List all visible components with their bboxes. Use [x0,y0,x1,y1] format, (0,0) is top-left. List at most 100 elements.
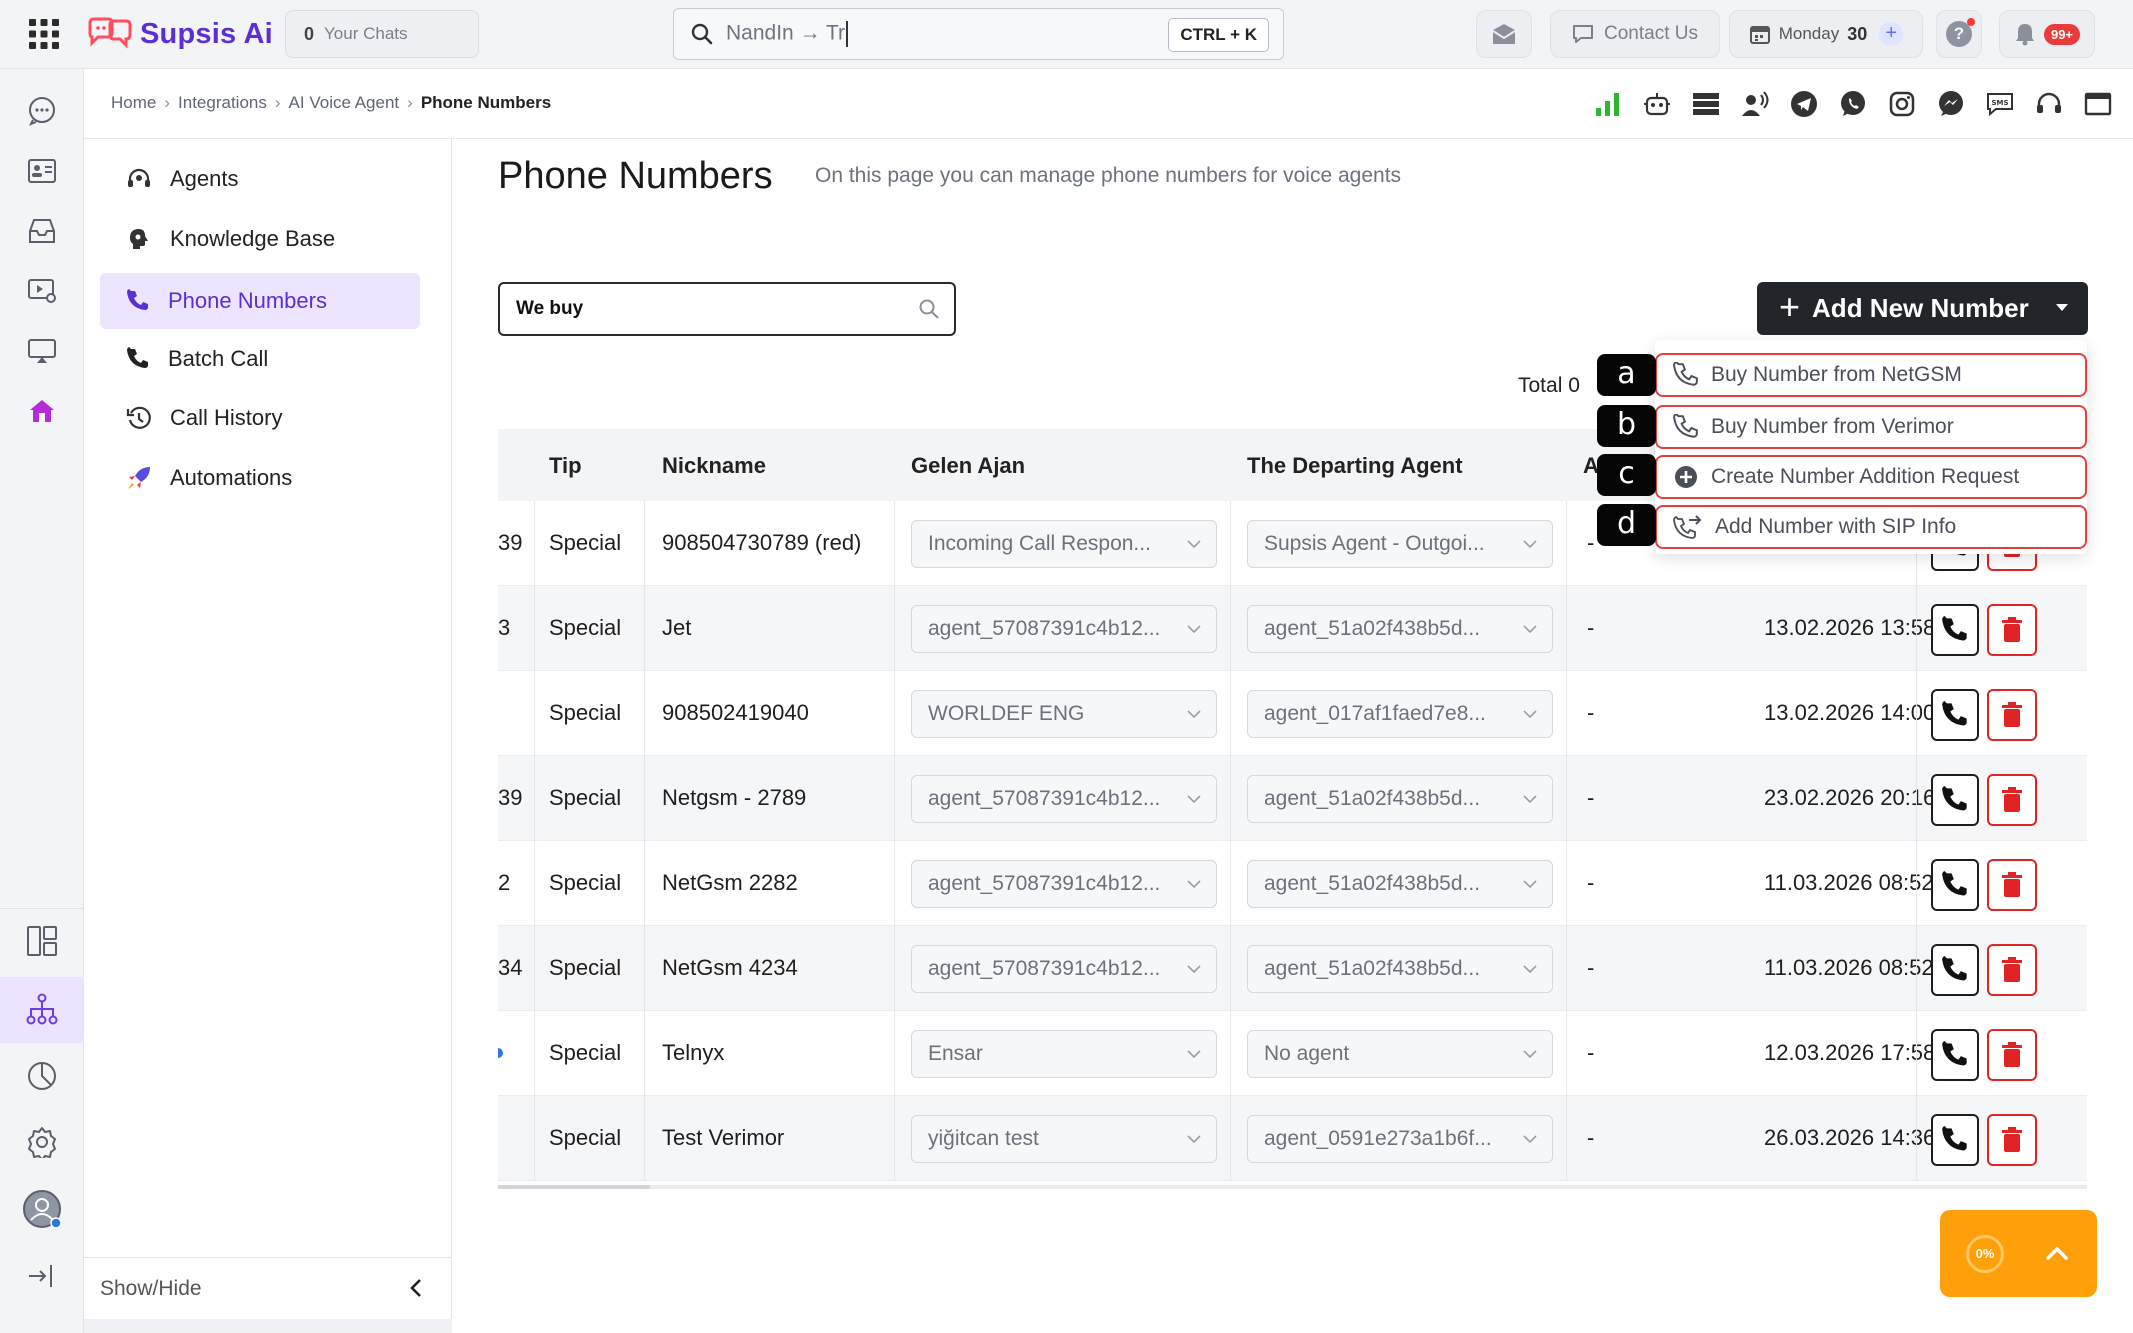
progress-widget[interactable]: 0% [1940,1210,2097,1297]
call-button[interactable] [1931,774,1979,826]
incoming-agent-select[interactable]: agent_57087391c4b12... [911,860,1217,908]
header-nickname[interactable]: Nickname [662,453,766,479]
subnav-item-agents[interactable]: Agents [100,151,420,207]
cell-nickname: Jet [662,615,692,640]
global-search-input[interactable]: NandIn → Tr CTRL + K [673,8,1284,60]
departing-agent-select[interactable]: agent_51a02f438b5d... [1247,860,1553,908]
show-hide-toggle[interactable]: Show/Hide [100,1277,202,1301]
user-avatar[interactable] [22,1189,62,1229]
notifications-button[interactable]: 99+ [1999,10,2095,58]
column-divider [894,501,895,586]
delete-button[interactable] [1987,689,2037,741]
home-icon[interactable] [22,391,62,431]
server-list-icon[interactable] [1691,89,1721,119]
departing-agent-select[interactable]: No agent [1247,1030,1553,1078]
subnav-item-batch-call[interactable]: Batch Call [100,331,420,387]
chevron-down-icon [1187,1050,1201,1059]
incoming-agent-select[interactable]: agent_57087391c4b12... [911,945,1217,993]
page-title: Phone Numbers [498,155,773,197]
incoming-agent-select[interactable]: yiğitcan test [911,1115,1217,1163]
departing-agent-select[interactable]: agent_51a02f438b5d... [1247,775,1553,823]
chevron-up-icon[interactable] [2044,1240,2070,1266]
call-button[interactable] [1931,859,1979,911]
incoming-agent-select[interactable]: Ensar [911,1030,1217,1078]
add-event-icon[interactable]: + [1879,22,1904,46]
window-icon[interactable] [2083,89,2113,119]
horizontal-scrollbar[interactable] [498,1185,2087,1189]
departing-agent-select[interactable]: Supsis Agent - Outgoi... [1247,520,1553,568]
incoming-agent-select[interactable]: Incoming Call Respon... [911,520,1217,568]
delete-button[interactable] [1987,604,2037,656]
delete-button[interactable] [1987,859,2037,911]
app-logo[interactable]: Supsis Ai [86,14,273,54]
departing-agent-select[interactable]: agent_51a02f438b5d... [1247,605,1553,653]
history-icon [126,406,151,429]
apps-grid-icon[interactable] [28,18,60,50]
menu-item-create-request[interactable]: Create Number Addition Request [1655,455,2087,499]
breadcrumb-ai-voice-agent[interactable]: AI Voice Agent [289,93,400,113]
bot-icon[interactable] [1642,89,1672,119]
your-chats-counter[interactable]: 0 Your Chats [285,10,479,58]
subnav-item-knowledge-base[interactable]: Knowledge Base [100,211,420,267]
delete-button[interactable] [1987,774,2037,826]
telegram-icon[interactable] [1789,89,1819,119]
incoming-agent-value: yiğitcan test [928,1127,1039,1150]
call-button[interactable] [1931,1114,1979,1166]
messenger-icon[interactable] [1936,89,1966,119]
breadcrumb-integrations[interactable]: Integrations [178,93,267,113]
menu-item-add-sip[interactable]: Add Number with SIP Info [1655,505,2087,549]
support-headset-icon[interactable] [2034,89,2064,119]
help-button[interactable]: ? [1936,10,1982,58]
incoming-agent-select[interactable]: agent_57087391c4b12... [911,775,1217,823]
menu-item-buy-verimor[interactable]: Buy Number from Verimor [1655,405,2087,449]
contact-us-button[interactable]: Contact Us [1550,10,1720,58]
delete-button[interactable] [1987,944,2037,996]
chats-icon[interactable] [22,91,62,131]
whatsapp-icon[interactable] [1838,89,1868,119]
subnav-item-phone-numbers[interactable]: Phone Numbers [100,273,420,329]
calendar-button[interactable]: Monday 30 + [1729,10,1923,58]
menu-item-buy-netgsm[interactable]: Buy Number from NetGSM [1655,353,2087,397]
collapse-sidebar-icon[interactable] [22,1256,62,1296]
header-incoming-agent[interactable]: Gelen Ajan [911,453,1025,479]
media-settings-icon[interactable] [22,271,62,311]
chevron-left-icon[interactable] [406,1276,426,1300]
departing-agent-select[interactable]: agent_017af1faed7e8... [1247,690,1553,738]
incoming-agent-select[interactable]: WORLDEF ENG [911,690,1217,738]
delete-button[interactable] [1987,1029,2037,1081]
column-divider [1566,671,1567,756]
add-new-number-button[interactable]: + Add New Number [1757,282,2088,335]
inbox-icon[interactable] [22,211,62,251]
voice-user-icon[interactable] [1740,89,1770,119]
header-tip[interactable]: Tip [549,453,582,479]
phone-icon [1673,362,1698,386]
incoming-agent-value: agent_57087391c4b12... [928,617,1161,640]
mail-button[interactable] [1476,10,1532,58]
sms-icon[interactable]: SMS [1985,89,2015,119]
departing-agent-select[interactable]: agent_51a02f438b5d... [1247,945,1553,993]
call-button[interactable] [1931,604,1979,656]
call-button[interactable] [1931,944,1979,996]
integrations-tree-icon[interactable] [22,989,62,1029]
reports-pie-icon[interactable] [22,1056,62,1096]
column-divider [1230,1096,1231,1181]
subnav-item-call-history[interactable]: Call History [100,390,420,446]
delete-button[interactable] [1987,1114,2037,1166]
subnav-item-automations[interactable]: Automations [100,450,420,506]
incoming-agent-select[interactable]: agent_57087391c4b12... [911,605,1217,653]
breadcrumb-home[interactable]: Home [111,93,156,113]
incoming-agent-value: Ensar [928,1042,983,1065]
call-button[interactable] [1931,689,1979,741]
settings-gear-icon[interactable] [22,1122,62,1162]
header-departing-agent[interactable]: The Departing Agent [1247,453,1463,479]
chats-label: Your Chats [324,24,408,43]
incoming-agent-value: agent_57087391c4b12... [928,787,1161,810]
monitor-icon[interactable] [22,331,62,371]
departing-agent-select[interactable]: agent_0591e273a1b6f... [1247,1115,1553,1163]
contacts-card-icon[interactable] [22,151,62,191]
layout-panels-icon[interactable] [22,921,62,961]
signal-bars-icon[interactable] [1593,89,1623,119]
call-button[interactable] [1931,1029,1979,1081]
instagram-icon[interactable] [1887,89,1917,119]
phone-search-input[interactable]: We buy [498,282,956,336]
